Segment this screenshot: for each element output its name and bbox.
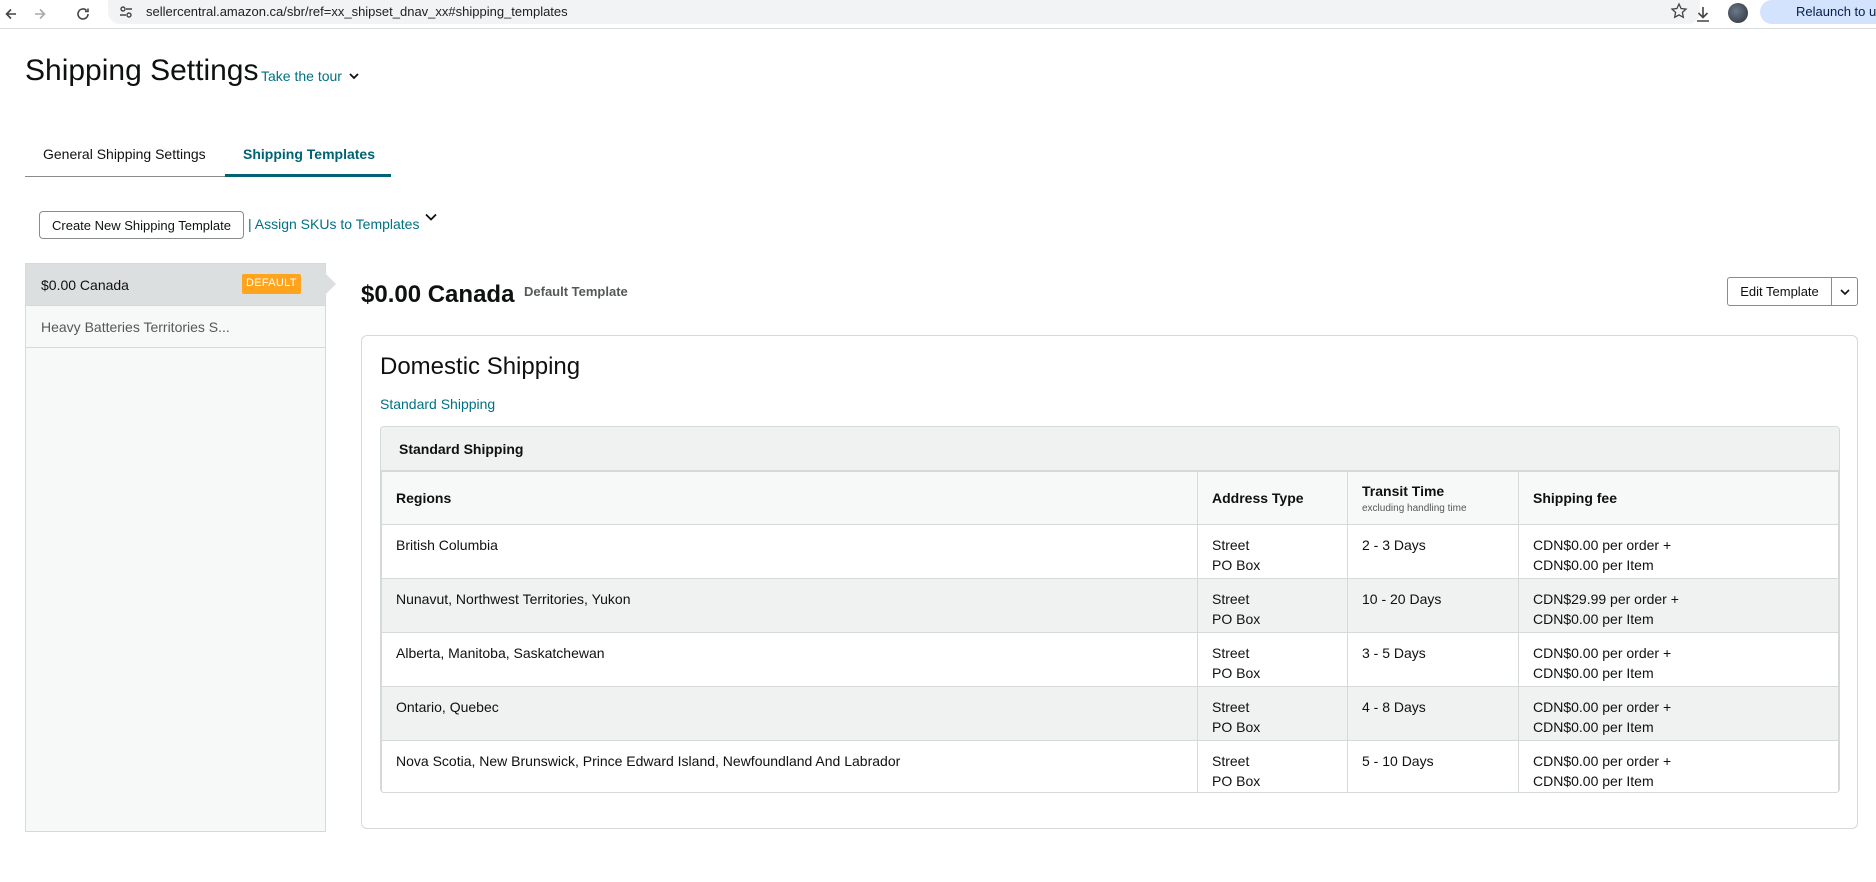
fee-per-item: CDN$0.00 per Item xyxy=(1533,719,1654,735)
address-street: Street xyxy=(1212,537,1250,553)
region-cell: Ontario, Quebec xyxy=(381,686,1198,741)
site-info-icon[interactable] xyxy=(118,4,134,20)
fee-per-item: CDN$0.00 per Item xyxy=(1533,557,1654,573)
address-type-cell: Street PO Box xyxy=(1197,632,1348,687)
table-row: Ontario, Quebec Street PO Box 4 - 8 Days … xyxy=(381,686,1839,741)
transit-cell: 4 - 8 Days xyxy=(1347,686,1519,741)
fee-per-order: CDN$0.00 per order + xyxy=(1533,645,1672,661)
fee-cell: CDN$0.00 per order + CDN$0.00 per Item xyxy=(1518,740,1839,792)
address-pobox: PO Box xyxy=(1212,719,1261,735)
fee-per-order: CDN$0.00 per order + xyxy=(1533,699,1672,715)
fee-per-order: CDN$29.99 per order + xyxy=(1533,591,1679,607)
tab-general-shipping-settings[interactable]: General Shipping Settings xyxy=(43,146,206,177)
table-header-row: Regions Address Type Transit Time exclud… xyxy=(381,471,1839,525)
take-tour-dropdown[interactable]: Take the tour xyxy=(261,68,360,84)
edit-template-button[interactable]: Edit Template xyxy=(1728,278,1832,305)
transit-cell: 10 - 20 Days xyxy=(1347,578,1519,633)
template-list: $0.00 Canada DEFAULT Heavy Batteries Ter… xyxy=(25,263,336,832)
chevron-down-icon xyxy=(349,73,359,80)
bookmark-star-icon[interactable] xyxy=(1670,2,1688,20)
address-type-cell: Street PO Box xyxy=(1197,578,1348,633)
transit-time-sublabel: excluding handling time xyxy=(1362,502,1467,514)
take-tour-label: Take the tour xyxy=(261,68,342,84)
active-tab-indicator xyxy=(225,174,391,177)
standard-shipping-link[interactable]: Standard Shipping xyxy=(380,396,495,412)
region-cell: British Columbia xyxy=(381,524,1198,579)
table-row: Nova Scotia, New Brunswick, Prince Edwar… xyxy=(381,740,1839,792)
chevron-down-icon[interactable] xyxy=(424,210,438,224)
address-street: Street xyxy=(1212,699,1250,715)
address-type-cell: Street PO Box xyxy=(1197,740,1348,792)
chevron-down-icon xyxy=(1839,288,1850,295)
standard-shipping-box: Standard Shipping Regions Address Type T… xyxy=(380,426,1840,793)
transit-cell: 2 - 3 Days xyxy=(1347,524,1519,579)
template-item[interactable]: Heavy Batteries Territories S... xyxy=(26,306,325,348)
default-badge: DEFAULT xyxy=(242,274,301,294)
create-template-button[interactable]: Create New Shipping Template xyxy=(39,211,244,239)
reload-icon[interactable] xyxy=(72,3,94,25)
fee-cell: CDN$29.99 per order + CDN$0.00 per Item xyxy=(1518,578,1839,633)
address-type-header: Address Type xyxy=(1197,471,1348,525)
template-item-selected[interactable]: $0.00 Canada DEFAULT xyxy=(26,264,336,306)
fee-cell: CDN$0.00 per order + CDN$0.00 per Item xyxy=(1518,686,1839,741)
fee-per-item: CDN$0.00 per Item xyxy=(1533,665,1654,681)
address-pobox: PO Box xyxy=(1212,773,1261,789)
template-name: $0.00 Canada xyxy=(41,277,129,293)
shipping-rates-table: Regions Address Type Transit Time exclud… xyxy=(381,471,1839,792)
template-title: $0.00 Canada xyxy=(361,281,515,308)
edit-template-split-button: Edit Template xyxy=(1727,277,1858,306)
relaunch-button[interactable]: Relaunch to update xyxy=(1760,0,1876,24)
address-pobox: PO Box xyxy=(1212,611,1261,627)
fee-per-item: CDN$0.00 per Item xyxy=(1533,773,1654,789)
regions-header: Regions xyxy=(381,471,1198,525)
domestic-shipping-title: Domestic Shipping xyxy=(380,353,581,380)
table-row: Nunavut, Northwest Territories, Yukon St… xyxy=(381,578,1839,633)
url-text[interactable]: sellercentral.amazon.ca/sbr/ref=xx_ships… xyxy=(146,4,568,19)
assign-skus-link[interactable]: | Assign SKUs to Templates xyxy=(248,216,419,232)
region-cell: Alberta, Manitoba, Saskatchewan xyxy=(381,632,1198,687)
template-name: Heavy Batteries Territories S... xyxy=(41,319,230,335)
transit-cell: 3 - 5 Days xyxy=(1347,632,1519,687)
fee-per-order: CDN$0.00 per order + xyxy=(1533,753,1672,769)
region-cell: Nunavut, Northwest Territories, Yukon xyxy=(381,578,1198,633)
address-pobox: PO Box xyxy=(1212,665,1261,681)
forward-icon[interactable] xyxy=(29,3,51,25)
address-type-cell: Street PO Box xyxy=(1197,686,1348,741)
address-street: Street xyxy=(1212,753,1250,769)
transit-time-label: Transit Time xyxy=(1362,482,1445,499)
selection-pointer xyxy=(324,272,336,296)
transit-cell: 5 - 10 Days xyxy=(1347,740,1519,792)
fee-cell: CDN$0.00 per order + CDN$0.00 per Item xyxy=(1518,524,1839,579)
table-row: British Columbia Street PO Box 2 - 3 Days… xyxy=(381,524,1839,579)
tab-shipping-templates[interactable]: Shipping Templates xyxy=(243,146,375,177)
download-icon[interactable] xyxy=(1692,3,1714,25)
address-type-cell: Street PO Box xyxy=(1197,524,1348,579)
profile-avatar[interactable] xyxy=(1728,3,1748,23)
region-cell: Nova Scotia, New Brunswick, Prince Edwar… xyxy=(381,740,1198,792)
table-row: Alberta, Manitoba, Saskatchewan Street PO… xyxy=(381,632,1839,687)
standard-shipping-header: Standard Shipping xyxy=(381,427,1839,471)
address-pobox: PO Box xyxy=(1212,557,1261,573)
edit-template-menu-button[interactable] xyxy=(1832,278,1857,305)
address-bar[interactable]: sellercentral.amazon.ca/sbr/ref=xx_ships… xyxy=(108,0,1700,24)
fee-per-item: CDN$0.00 per Item xyxy=(1533,611,1654,627)
settings-tabs: General Shipping Settings Shipping Templ… xyxy=(25,140,391,177)
back-icon[interactable] xyxy=(0,3,22,25)
browser-toolbar: sellercentral.amazon.ca/sbr/ref=xx_ships… xyxy=(0,0,1876,29)
address-street: Street xyxy=(1212,591,1250,607)
shipping-fee-header: Shipping fee xyxy=(1518,471,1839,525)
transit-time-header: Transit Time excluding handling time xyxy=(1347,471,1519,525)
fee-per-order: CDN$0.00 per order + xyxy=(1533,537,1672,553)
address-street: Street xyxy=(1212,645,1250,661)
page-title: Shipping Settings xyxy=(25,54,259,87)
domestic-shipping-panel: Domestic Shipping Standard Shipping Stan… xyxy=(361,335,1858,829)
template-subtitle: Default Template xyxy=(524,284,628,299)
fee-cell: CDN$0.00 per order + CDN$0.00 per Item xyxy=(1518,632,1839,687)
